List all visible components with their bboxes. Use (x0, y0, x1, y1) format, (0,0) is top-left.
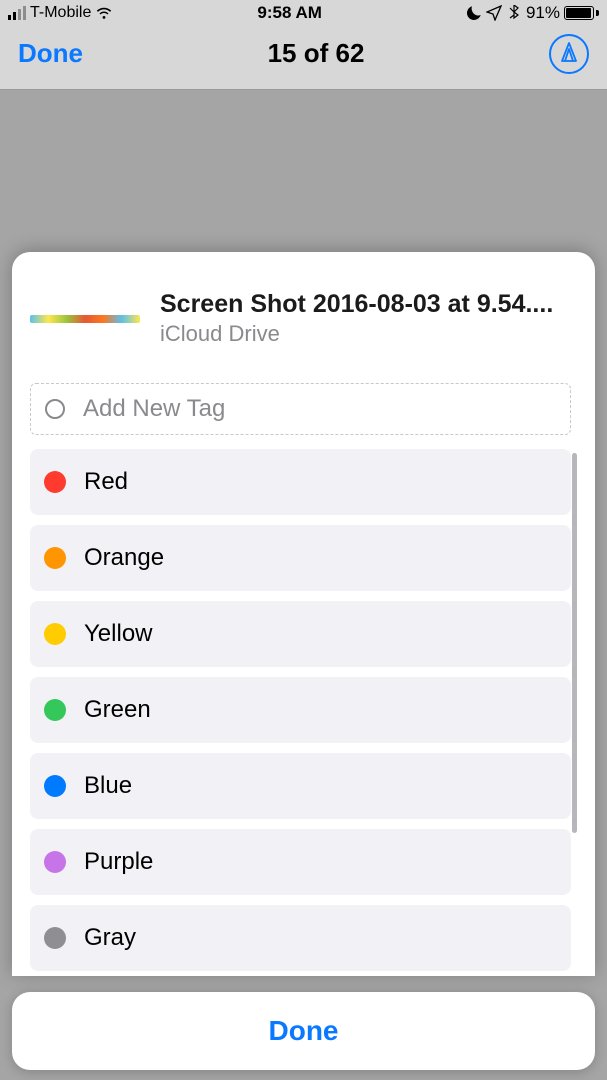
tag-label: Purple (84, 848, 153, 876)
tag-sheet: Screen Shot 2016-08-03 at 9.54.... iClou… (12, 252, 595, 976)
done-button[interactable]: Done (269, 1015, 339, 1047)
empty-tag-icon (45, 399, 65, 419)
tag-scroll[interactable]: Add New Tag Red Orange Yellow (30, 383, 577, 976)
file-header: Screen Shot 2016-08-03 at 9.54.... iClou… (30, 290, 577, 347)
screen: T-Mobile 9:58 AM 91% Done 15 of 6 (0, 0, 607, 1080)
tag-row-blue[interactable]: Blue (30, 753, 571, 819)
tag-dot-red (44, 471, 66, 493)
tag-row-green[interactable]: Green (30, 677, 571, 743)
bluetooth-icon (506, 5, 522, 21)
battery-fill (566, 8, 591, 18)
tag-row-yellow[interactable]: Yellow (30, 601, 571, 667)
nav-title: 15 of 62 (268, 38, 365, 69)
battery-icon (564, 6, 599, 20)
markup-pen-icon (559, 41, 579, 67)
tag-label: Blue (84, 772, 132, 800)
add-new-tag-label: Add New Tag (83, 395, 225, 423)
tag-list-container: Add New Tag Red Orange Yellow (30, 383, 577, 976)
location-icon (486, 5, 502, 21)
file-name: Screen Shot 2016-08-03 at 9.54.... (160, 290, 577, 319)
battery-percent: 91% (526, 3, 560, 23)
tag-dot-yellow (44, 623, 66, 645)
markup-button[interactable] (549, 34, 589, 74)
add-new-tag-field[interactable]: Add New Tag (30, 383, 571, 435)
do-not-disturb-icon (466, 5, 482, 21)
tag-dot-orange (44, 547, 66, 569)
tag-dot-green (44, 699, 66, 721)
cell-signal-icon (8, 6, 26, 20)
tag-row-red[interactable]: Red (30, 449, 571, 515)
file-location: iCloud Drive (160, 321, 577, 347)
status-time: 9:58 AM (257, 3, 322, 23)
tag-label: Orange (84, 544, 164, 572)
nav-bar: Done 15 of 62 (0, 26, 607, 90)
wifi-icon (95, 6, 113, 20)
tag-dot-purple (44, 851, 66, 873)
tag-label: Yellow (84, 620, 153, 648)
status-bar: T-Mobile 9:58 AM 91% (0, 0, 607, 26)
tag-label: Gray (84, 924, 136, 952)
tag-row-purple[interactable]: Purple (30, 829, 571, 895)
status-left: T-Mobile (8, 4, 113, 22)
status-right: 91% (466, 3, 599, 23)
tag-dot-gray (44, 927, 66, 949)
scroll-indicator[interactable] (572, 453, 577, 833)
tag-dot-blue (44, 775, 66, 797)
nav-done-button[interactable]: Done (18, 38, 83, 69)
tag-row-orange[interactable]: Orange (30, 525, 571, 591)
tag-row-gray[interactable]: Gray (30, 905, 571, 971)
tag-label: Red (84, 468, 128, 496)
carrier-label: T-Mobile (30, 4, 91, 22)
tag-label: Green (84, 696, 151, 724)
bottom-bar: Done (12, 992, 595, 1070)
file-thumbnail (30, 292, 140, 346)
